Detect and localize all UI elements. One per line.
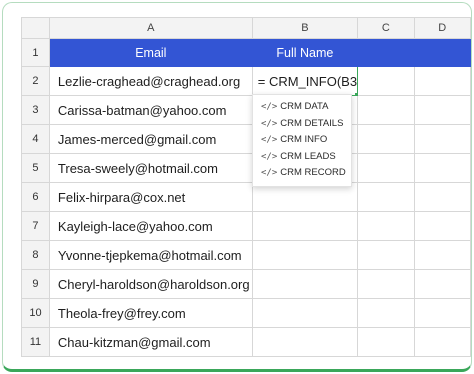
header-cell-d[interactable] — [413, 38, 471, 67]
autocomplete-item-label: CRM DETAILS — [280, 117, 344, 129]
row-number[interactable]: 7 — [21, 211, 50, 241]
cell-c[interactable] — [357, 182, 415, 212]
row-number[interactable]: 2 — [21, 66, 50, 96]
autocomplete-item-label: CRM LEADS — [280, 150, 336, 162]
row-number[interactable]: 3 — [21, 95, 50, 125]
active-formula-cell[interactable]: = CRM_INFO(B3 — [251, 66, 359, 96]
fill-handle[interactable] — [355, 93, 357, 95]
cell-d[interactable] — [413, 66, 471, 96]
email-cell[interactable]: Cheryl-haroldson@haroldson.org — [48, 269, 253, 299]
full-name-cell[interactable] — [251, 240, 359, 270]
cell-c[interactable] — [357, 327, 415, 357]
autocomplete-item-label: CRM DATA — [280, 101, 329, 112]
table-row: 1 Email Full Name — [21, 38, 471, 67]
cell-c[interactable] — [357, 240, 415, 270]
table-row: 3 Carissa-batman@yahoo.com — [21, 95, 471, 125]
spreadsheet-grid: A B C D 1 Email Full Name 2 Lezlie-craghe… — [21, 17, 471, 357]
email-cell[interactable]: Carissa-batman@yahoo.com — [48, 95, 253, 125]
table-row: 2 Lezlie-craghead@craghead.org = CRM_INFO(… — [21, 66, 471, 96]
cell-d[interactable] — [413, 240, 471, 270]
cell-d[interactable] — [413, 327, 471, 357]
spreadsheet-frame: A B C D 1 Email Full Name 2 Lezlie-craghe… — [2, 2, 472, 372]
cell-d[interactable] — [413, 95, 471, 125]
full-name-cell[interactable] — [251, 211, 359, 241]
autocomplete-item-label: CRM INFO — [280, 134, 328, 145]
row-number[interactable]: 10 — [21, 298, 50, 328]
formula-autocomplete-dropdown: </> CRM DATA </> CRM DETAILS </> CRM INFO <… — [252, 94, 352, 187]
full-name-cell[interactable] — [251, 269, 359, 299]
email-cell[interactable]: Chau-kitzman@gmail.com — [48, 327, 253, 357]
email-cell[interactable]: Felix-hirpara@cox.net — [48, 182, 253, 212]
column-header-row: A B C D — [21, 17, 471, 39]
full-name-cell[interactable] — [251, 182, 359, 212]
header-cell-c[interactable] — [357, 38, 415, 67]
code-icon: </> — [261, 151, 278, 162]
email-cell[interactable]: Tresa-sweely@hotmail.com — [48, 153, 253, 183]
cell-d[interactable] — [413, 153, 471, 183]
autocomplete-item-crm-details[interactable]: </> CRM DETAILS — [253, 116, 351, 133]
autocomplete-item-crm-info[interactable]: </> CRM INFO — [253, 132, 351, 149]
table-row: 11 Chau-kitzman@gmail.com — [21, 327, 471, 357]
cell-c[interactable] — [357, 211, 415, 241]
cell-d[interactable] — [413, 182, 471, 212]
autocomplete-item-crm-data[interactable]: </> CRM DATA — [253, 99, 351, 116]
full-name-cell[interactable] — [251, 327, 359, 357]
select-all-corner[interactable] — [21, 17, 50, 39]
cell-c[interactable] — [357, 153, 415, 183]
row-number[interactable]: 5 — [21, 153, 50, 183]
cell-d[interactable] — [413, 269, 471, 299]
column-header-d[interactable]: D — [413, 17, 471, 39]
row-number[interactable]: 11 — [21, 327, 50, 357]
column-header-a[interactable]: A — [48, 17, 253, 39]
column-header-b[interactable]: B — [251, 17, 359, 39]
cell-c[interactable] — [357, 269, 415, 299]
email-cell[interactable]: Yvonne-tjepkema@hotmail.com — [48, 240, 253, 270]
email-header-cell[interactable]: Email — [48, 38, 253, 67]
cell-d[interactable] — [413, 298, 471, 328]
code-icon: </> — [261, 118, 278, 129]
code-icon: </> — [261, 168, 278, 178]
cell-c[interactable] — [357, 95, 415, 125]
table-row: 10 Theola-frey@frey.com — [21, 298, 471, 328]
row-number[interactable]: 1 — [21, 38, 50, 67]
table-row: 5 Tresa-sweely@hotmail.com — [21, 153, 471, 183]
code-icon: </> — [261, 135, 278, 145]
autocomplete-item-crm-record[interactable]: </> CRM RECORD — [253, 165, 351, 182]
autocomplete-item-crm-leads[interactable]: </> CRM LEADS — [253, 149, 351, 166]
cell-c[interactable] — [357, 66, 415, 96]
table-row: 7 Kayleigh-lace@yahoo.com — [21, 211, 471, 241]
row-number[interactable]: 9 — [21, 269, 50, 299]
cell-d[interactable] — [413, 211, 471, 241]
email-cell[interactable]: James-merced@gmail.com — [48, 124, 253, 154]
email-cell[interactable]: Kayleigh-lace@yahoo.com — [48, 211, 253, 241]
row-number[interactable]: 4 — [21, 124, 50, 154]
row-number[interactable]: 8 — [21, 240, 50, 270]
cell-c[interactable] — [357, 124, 415, 154]
table-row: 4 James-merced@gmail.com — [21, 124, 471, 154]
formula-text: = CRM_INFO(B3 — [257, 73, 358, 89]
cell-c[interactable] — [357, 298, 415, 328]
column-header-c[interactable]: C — [357, 17, 415, 39]
code-icon: </> — [261, 102, 278, 112]
full-name-cell[interactable] — [251, 298, 359, 328]
autocomplete-item-label: CRM RECORD — [280, 167, 346, 178]
cell-d[interactable] — [413, 124, 471, 154]
table-row: 9 Cheryl-haroldson@haroldson.org — [21, 269, 471, 299]
table-row: 6 Felix-hirpara@cox.net — [21, 182, 471, 212]
email-cell[interactable]: Theola-frey@frey.com — [48, 298, 253, 328]
email-cell[interactable]: Lezlie-craghead@craghead.org — [48, 66, 253, 96]
row-number[interactable]: 6 — [21, 182, 50, 212]
table-row: 8 Yvonne-tjepkema@hotmail.com — [21, 240, 471, 270]
full-name-header-cell[interactable]: Full Name — [251, 38, 359, 67]
